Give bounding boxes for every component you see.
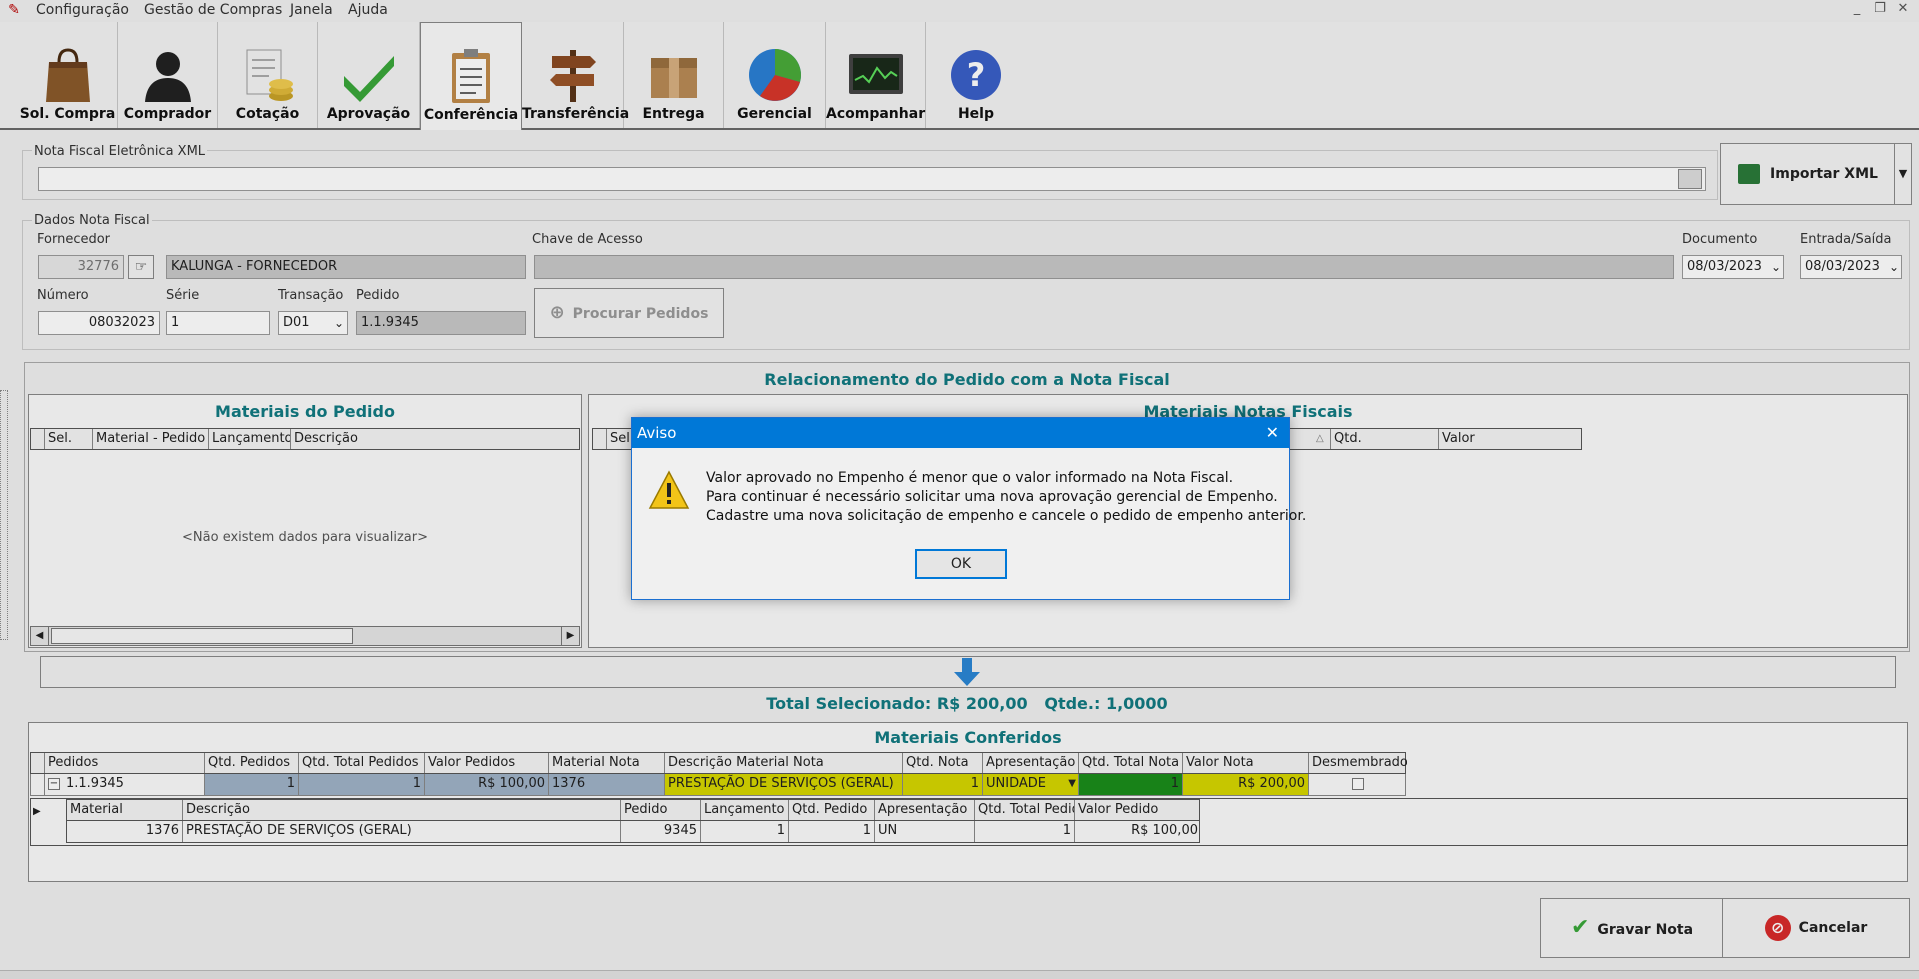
dialog-message-line-3: Cadastre uma nova solicitação de empenho…	[706, 508, 1307, 524]
close-icon[interactable]: ✕	[1266, 423, 1279, 442]
dialog-title-bar: Aviso	[632, 418, 1289, 448]
aviso-dialog: Aviso ✕ Valor aprovado no Empenho é meno…	[631, 417, 1306, 600]
dialog-title: Aviso	[637, 424, 677, 442]
dialog-message-line-1: Valor aprovado no Empenho é menor que o …	[706, 470, 1234, 486]
warning-icon	[648, 470, 690, 509]
dialog-message-line-2: Para continuar é necessário solicitar um…	[706, 489, 1278, 505]
ok-button[interactable]: OK	[915, 549, 1007, 579]
